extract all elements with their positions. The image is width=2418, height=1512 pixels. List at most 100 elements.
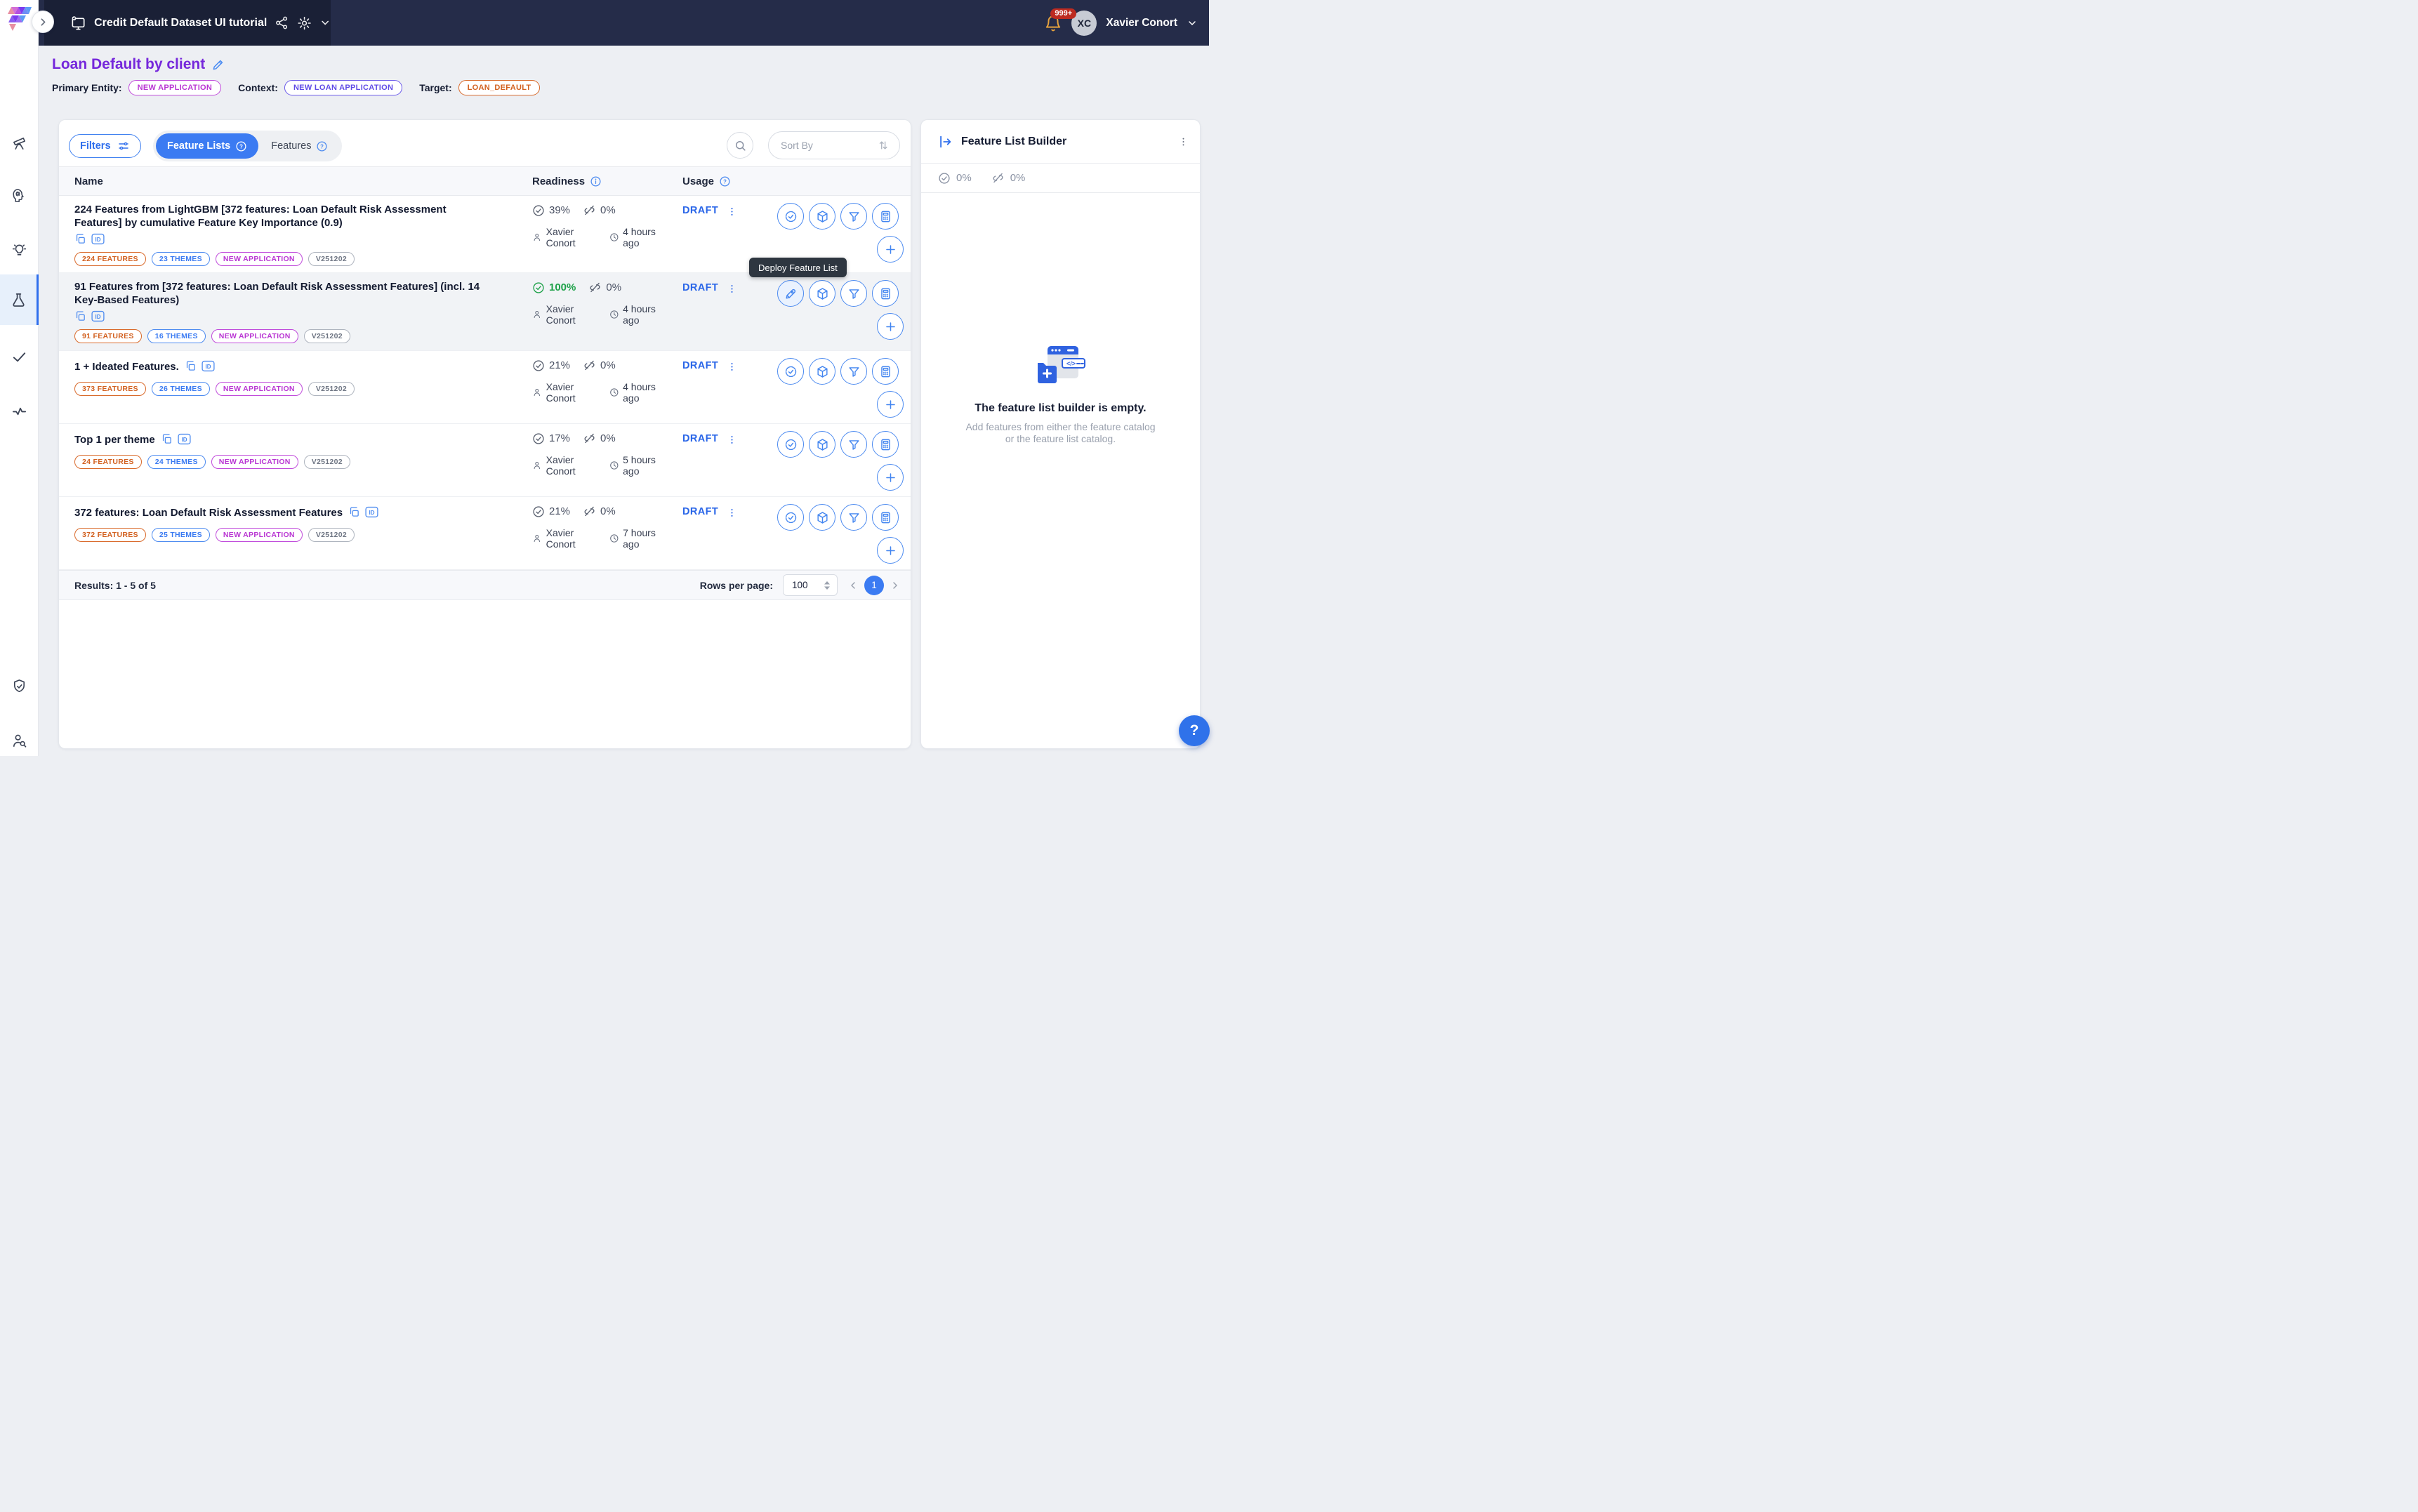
- add-to-builder-button[interactable]: [877, 236, 904, 263]
- column-usage[interactable]: Usage ?: [667, 175, 755, 187]
- package-button[interactable]: [809, 358, 835, 385]
- page-number-button[interactable]: 1: [864, 576, 884, 595]
- builder-kebab-menu-icon[interactable]: [1178, 135, 1189, 148]
- sidebar-item-ai[interactable]: [0, 180, 39, 211]
- next-page-icon[interactable]: [890, 580, 901, 591]
- compute-button[interactable]: [872, 431, 899, 458]
- tab-features[interactable]: Features ?: [260, 133, 339, 159]
- compute-button[interactable]: [872, 280, 899, 307]
- feature-list-name[interactable]: Top 1 per theme: [74, 434, 155, 446]
- prev-page-icon[interactable]: [847, 580, 859, 591]
- copy-icon[interactable]: [348, 506, 360, 518]
- copy-icon[interactable]: [74, 310, 86, 322]
- filter-button[interactable]: [840, 280, 867, 307]
- gear-icon[interactable]: [297, 15, 312, 31]
- row-kebab-menu-icon[interactable]: [727, 433, 737, 446]
- compute-button[interactable]: [872, 504, 899, 531]
- filter-button[interactable]: [840, 203, 867, 230]
- features-count-badge[interactable]: 24 FEATURES: [74, 455, 142, 469]
- deploy-button[interactable]: [777, 203, 804, 230]
- features-count-badge[interactable]: 91 FEATURES: [74, 329, 142, 343]
- sidebar-item-approve[interactable]: [0, 341, 39, 372]
- version-badge[interactable]: V251202: [304, 455, 350, 469]
- feature-list-name[interactable]: 372 features: Loan Default Risk Assessme…: [74, 507, 343, 519]
- filter-button[interactable]: [840, 431, 867, 458]
- copy-icon[interactable]: [185, 360, 197, 372]
- filter-button[interactable]: [840, 358, 867, 385]
- entity-badge[interactable]: NEW APPLICATION: [216, 528, 303, 542]
- filter-button[interactable]: [840, 504, 867, 531]
- chevron-down-icon[interactable]: [319, 17, 331, 29]
- copy-id-icon[interactable]: ID: [91, 310, 105, 322]
- compute-button[interactable]: [872, 358, 899, 385]
- version-badge[interactable]: V251202: [308, 528, 355, 542]
- features-count-badge[interactable]: 373 FEATURES: [74, 382, 146, 396]
- copy-id-icon[interactable]: ID: [202, 360, 215, 372]
- row-kebab-menu-icon[interactable]: [727, 282, 737, 295]
- table-row[interactable]: 1 + Ideated Features.ID ID 373 FEATURES …: [59, 351, 911, 424]
- sort-by-input[interactable]: Sort By: [768, 131, 900, 159]
- tab-feature-lists[interactable]: Feature Lists ?: [156, 133, 258, 159]
- features-count-badge[interactable]: 224 FEATURES: [74, 252, 146, 266]
- entity-badge[interactable]: NEW APPLICATION: [216, 382, 303, 396]
- themes-count-badge[interactable]: 26 THEMES: [152, 382, 210, 396]
- add-to-builder-button[interactable]: [877, 313, 904, 340]
- filters-button[interactable]: Filters: [69, 134, 141, 158]
- package-button[interactable]: [809, 203, 835, 230]
- version-badge[interactable]: V251202: [308, 382, 355, 396]
- sidebar-item-user-search[interactable]: [0, 725, 39, 756]
- help-circle-icon[interactable]: ?: [719, 175, 731, 187]
- version-badge[interactable]: V251202: [304, 329, 350, 343]
- row-kebab-menu-icon[interactable]: [727, 360, 737, 373]
- feature-list-name[interactable]: 91 Features from [372 features: Loan Def…: [74, 281, 480, 306]
- add-to-builder-button[interactable]: [877, 464, 904, 491]
- themes-count-badge[interactable]: 25 THEMES: [152, 528, 210, 542]
- entity-badge[interactable]: NEW APPLICATION: [211, 329, 298, 343]
- sidebar-item-monitor[interactable]: [0, 395, 39, 426]
- package-button[interactable]: [809, 431, 835, 458]
- sidebar-item-experiment-active[interactable]: [0, 274, 39, 325]
- context-badge[interactable]: NEW LOAN APPLICATION: [284, 80, 402, 95]
- copy-id-icon[interactable]: ID: [91, 233, 105, 245]
- copy-id-icon[interactable]: ID: [178, 433, 191, 445]
- rows-per-page-select[interactable]: 100: [783, 574, 838, 596]
- search-button[interactable]: [727, 132, 753, 159]
- copy-id-icon[interactable]: ID: [365, 506, 378, 518]
- deploy-button[interactable]: [777, 358, 804, 385]
- sidebar-expand-button[interactable]: [32, 11, 54, 33]
- row-kebab-menu-icon[interactable]: [727, 506, 737, 519]
- feature-list-name[interactable]: 1 + Ideated Features.: [74, 361, 179, 373]
- primary-entity-badge[interactable]: NEW APPLICATION: [128, 80, 222, 95]
- user-chevron-down-icon[interactable]: [1187, 18, 1198, 29]
- themes-count-badge[interactable]: 24 THEMES: [147, 455, 206, 469]
- package-button[interactable]: [809, 504, 835, 531]
- help-button[interactable]: ?: [1179, 715, 1210, 746]
- package-button[interactable]: [809, 280, 835, 307]
- table-row[interactable]: 91 Features from [372 features: Loan Def…: [59, 273, 911, 351]
- row-kebab-menu-icon[interactable]: [727, 205, 737, 218]
- add-to-builder-button[interactable]: [877, 537, 904, 564]
- edit-title-icon[interactable]: [211, 58, 225, 72]
- entity-badge[interactable]: NEW APPLICATION: [216, 252, 303, 266]
- project-selector[interactable]: Credit Default Dataset UI tutorial: [44, 0, 331, 46]
- features-count-badge[interactable]: 372 FEATURES: [74, 528, 146, 542]
- share-icon[interactable]: [275, 15, 289, 30]
- version-badge[interactable]: V251202: [308, 252, 355, 266]
- table-row[interactable]: Top 1 per themeID ID 24 FEATURES 24 THEM…: [59, 424, 911, 497]
- deploy-button[interactable]: [777, 280, 804, 307]
- notifications-button[interactable]: 999+: [1044, 14, 1062, 32]
- copy-icon[interactable]: [161, 433, 173, 445]
- themes-count-badge[interactable]: 23 THEMES: [152, 252, 210, 266]
- copy-icon[interactable]: [74, 233, 86, 245]
- sidebar-item-security[interactable]: [0, 670, 39, 701]
- target-badge[interactable]: LOAN_DEFAULT: [458, 80, 541, 95]
- themes-count-badge[interactable]: 16 THEMES: [147, 329, 206, 343]
- add-to-builder-button[interactable]: [877, 391, 904, 418]
- column-name[interactable]: Name: [74, 175, 517, 187]
- table-row[interactable]: 372 features: Loan Default Risk Assessme…: [59, 497, 911, 570]
- deploy-button[interactable]: [777, 504, 804, 531]
- sidebar-item-ideate[interactable]: [0, 234, 39, 265]
- info-icon[interactable]: [590, 175, 602, 187]
- deploy-button[interactable]: [777, 431, 804, 458]
- column-readiness[interactable]: Readiness: [517, 175, 667, 187]
